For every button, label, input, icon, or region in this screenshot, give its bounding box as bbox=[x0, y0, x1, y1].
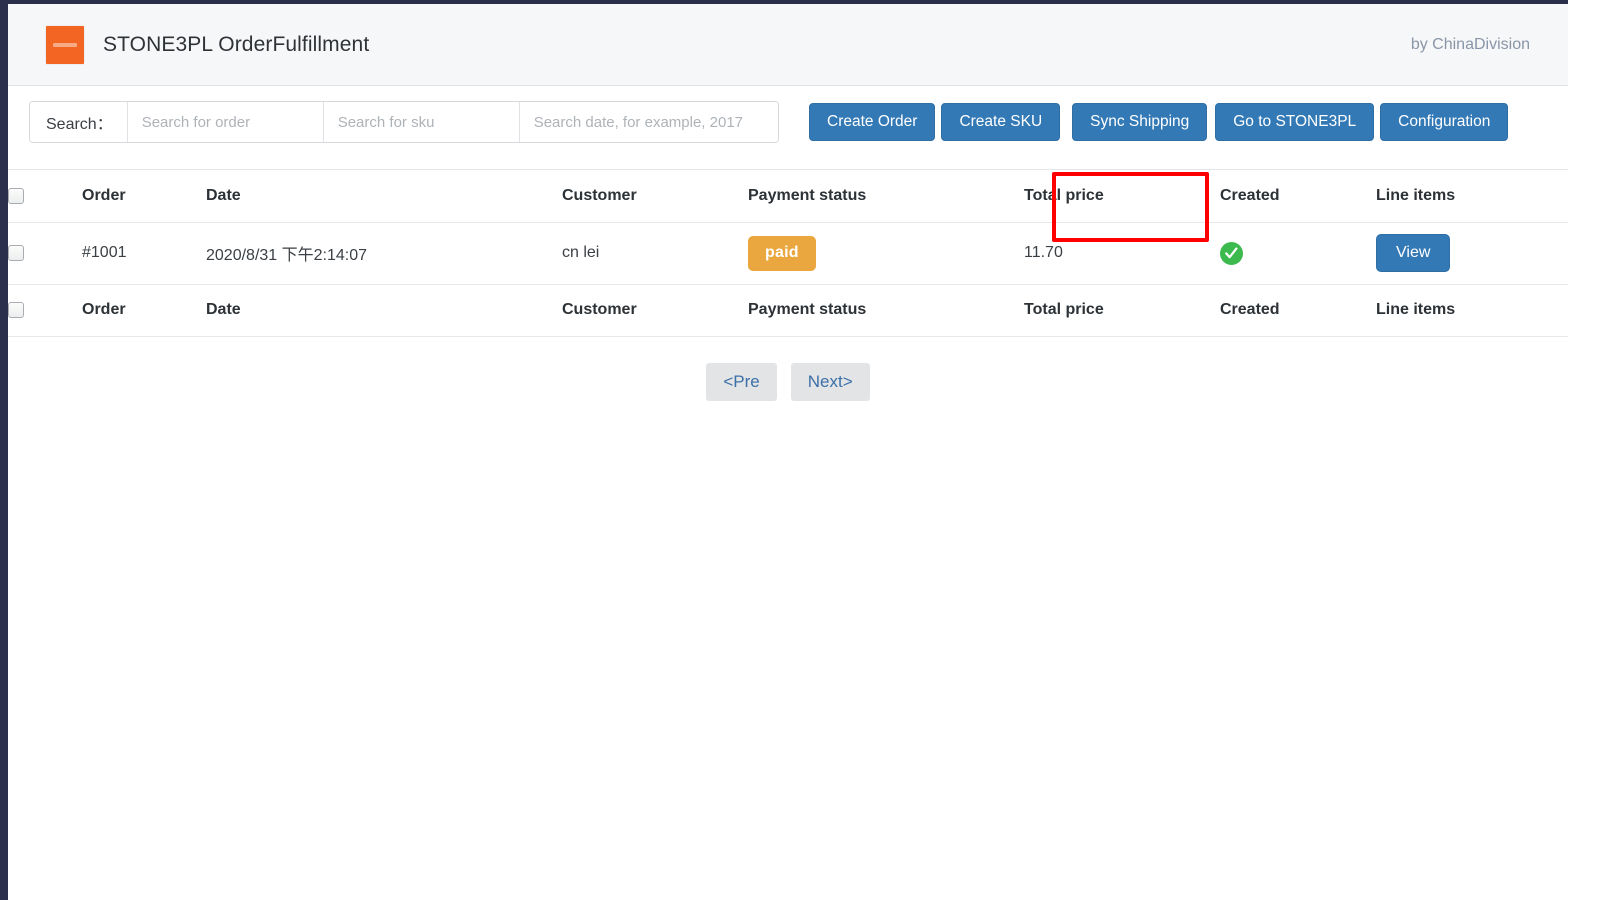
row-select-cell bbox=[8, 222, 82, 284]
header-credit: by ChinaDivision bbox=[1411, 36, 1530, 54]
footer-date[interactable]: Date bbox=[206, 284, 562, 336]
footer-order[interactable]: Order bbox=[82, 284, 206, 336]
green-check-circle-icon bbox=[1220, 242, 1243, 265]
footer-payment-status[interactable]: Payment status bbox=[748, 284, 1024, 336]
header-line-items[interactable]: Line items bbox=[1376, 170, 1568, 222]
pagination: <Pre Next> bbox=[8, 363, 1568, 401]
create-order-button[interactable]: Create Order bbox=[809, 103, 935, 141]
header-created[interactable]: Created bbox=[1220, 170, 1376, 222]
header-customer[interactable]: Customer bbox=[562, 170, 748, 222]
header-date[interactable]: Date bbox=[206, 170, 562, 222]
footer-total-price[interactable]: Total price bbox=[1024, 284, 1220, 336]
cell-order: #1001 bbox=[82, 222, 206, 284]
toolbar: Search： Create Order Create SKU Sync Shi… bbox=[8, 86, 1568, 170]
table-header-row: Order Date Customer Payment status Total… bbox=[8, 170, 1568, 222]
header-total-price[interactable]: Total price bbox=[1024, 170, 1220, 222]
view-button[interactable]: View bbox=[1376, 234, 1450, 272]
table-footer-row: Order Date Customer Payment status Total… bbox=[8, 284, 1568, 336]
brand: STONE3PL OrderFulfillment bbox=[45, 25, 369, 65]
previous-page-button[interactable]: <Pre bbox=[706, 363, 776, 401]
search-label: Search： bbox=[30, 102, 128, 142]
search-order-input[interactable] bbox=[128, 102, 324, 142]
cell-customer: cn lei bbox=[562, 222, 748, 284]
cell-payment-status: paid bbox=[748, 222, 1024, 284]
cell-line-items: View bbox=[1376, 222, 1568, 284]
row-checkbox[interactable] bbox=[8, 245, 24, 261]
stone3pl-logo-icon bbox=[45, 25, 85, 65]
search-sku-input[interactable] bbox=[324, 102, 520, 142]
orders-table: Order Date Customer Payment status Total… bbox=[8, 170, 1568, 337]
cell-total-price: 11.70 bbox=[1024, 222, 1220, 284]
footer-select-all-checkbox[interactable] bbox=[8, 302, 24, 318]
footer-created[interactable]: Created bbox=[1220, 284, 1376, 336]
search-date-input[interactable] bbox=[520, 102, 778, 142]
sync-shipping-button[interactable]: Sync Shipping bbox=[1072, 103, 1207, 141]
select-all-header-cell bbox=[8, 170, 82, 222]
status-badge: paid bbox=[748, 236, 816, 271]
window-chrome-right-edge bbox=[1568, 0, 1600, 900]
page-title: STONE3PL OrderFulfillment bbox=[103, 33, 369, 57]
app-page: STONE3PL OrderFulfillment by ChinaDivisi… bbox=[8, 4, 1568, 900]
footer-line-items[interactable]: Line items bbox=[1376, 284, 1568, 336]
toolbar-button-row: Create Order Create SKU Sync Shipping Go… bbox=[809, 103, 1508, 141]
logo-wordmark bbox=[53, 43, 77, 47]
app-header: STONE3PL OrderFulfillment by ChinaDivisi… bbox=[8, 4, 1568, 86]
footer-select-all-cell bbox=[8, 284, 82, 336]
header-payment-status[interactable]: Payment status bbox=[748, 170, 1024, 222]
go-to-stone3pl-button[interactable]: Go to STONE3PL bbox=[1215, 103, 1374, 141]
window-chrome-left-edge bbox=[0, 0, 8, 900]
table-row: #1001 2020/8/31 下午2:14:07 cn lei paid 11… bbox=[8, 222, 1568, 284]
orders-table-wrap: Order Date Customer Payment status Total… bbox=[8, 170, 1568, 337]
next-page-button[interactable]: Next> bbox=[791, 363, 870, 401]
select-all-checkbox[interactable] bbox=[8, 188, 24, 204]
search-group: Search： bbox=[29, 101, 779, 143]
header-order[interactable]: Order bbox=[82, 170, 206, 222]
create-sku-button[interactable]: Create SKU bbox=[941, 103, 1060, 141]
cell-date: 2020/8/31 下午2:14:07 bbox=[206, 222, 562, 284]
configuration-button[interactable]: Configuration bbox=[1380, 103, 1508, 141]
cell-created bbox=[1220, 222, 1376, 284]
footer-customer[interactable]: Customer bbox=[562, 284, 748, 336]
screenshot-viewport: STONE3PL OrderFulfillment by ChinaDivisi… bbox=[0, 0, 1600, 900]
